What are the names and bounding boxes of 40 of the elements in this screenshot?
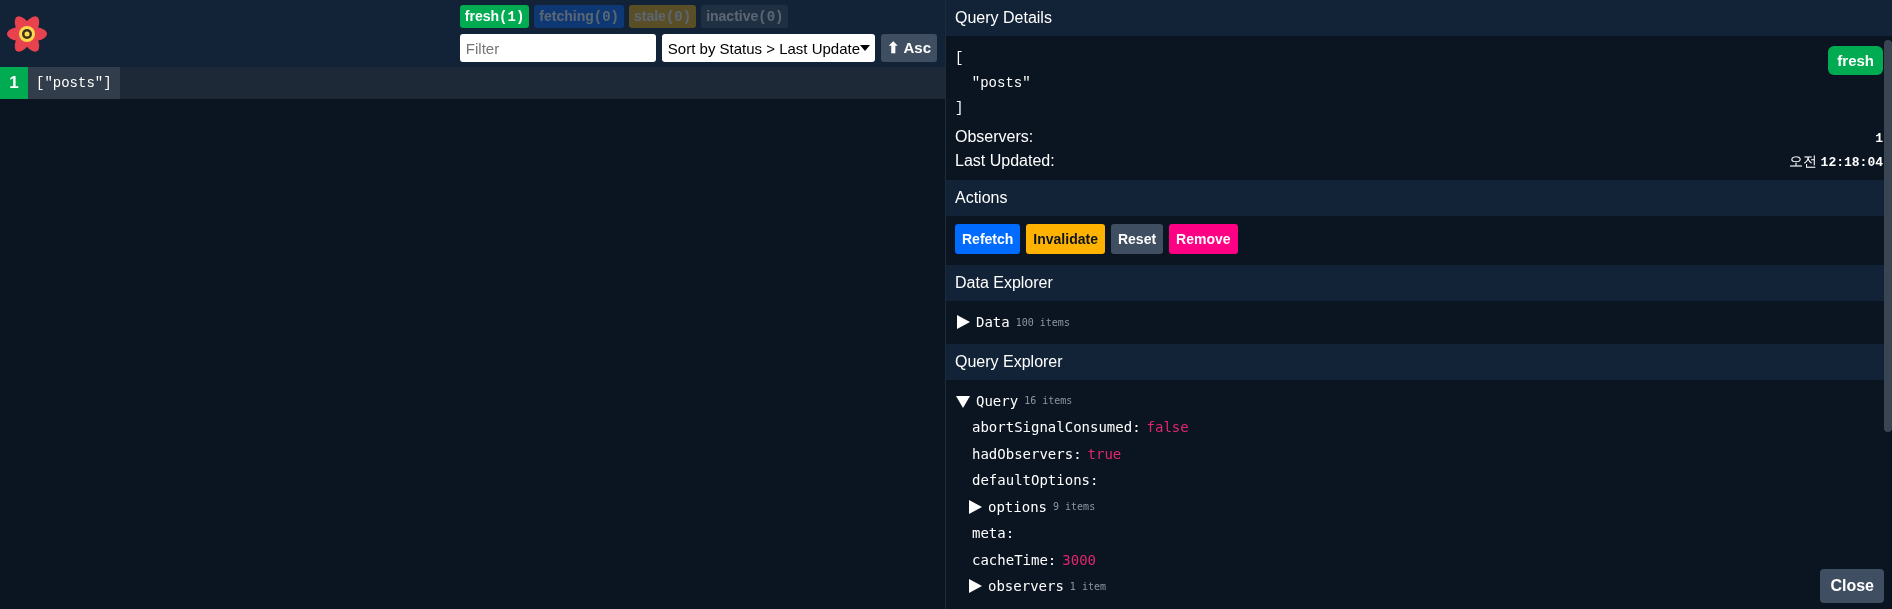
sort-direction-button[interactable]: ⬆ Asc: [880, 34, 937, 62]
info-value: 오전 12:18:04: [1788, 152, 1883, 171]
tree-node-label[interactable]: Data: [976, 314, 1010, 331]
collapsed-triangle-icon[interactable]: [956, 315, 970, 330]
close-button[interactable]: Close: [1820, 569, 1884, 603]
property-key: meta:: [972, 525, 1015, 542]
sort-dropdown[interactable]: Sort by Status > Last Update: [661, 34, 875, 62]
item-count: 100 items: [1015, 316, 1070, 328]
action-button[interactable]: Reset: [1110, 224, 1164, 254]
info-label: Observers:: [955, 128, 1034, 146]
property-key: abortSignalConsumed:: [972, 419, 1141, 436]
action-button[interactable]: Refetch: [955, 224, 1021, 254]
info-label: Last Updated:: [955, 152, 1055, 171]
property-key: hadObservers:: [972, 445, 1082, 462]
section-header: Query Details: [946, 0, 1892, 36]
info-value: 1: [1875, 130, 1883, 146]
scrollbar[interactable]: [1884, 40, 1892, 432]
property-key: cacheTime:: [972, 551, 1057, 568]
query-key-code: [ "posts" ]: [955, 49, 1031, 118]
item-count: 1 item: [1069, 580, 1106, 592]
item-count: 9 items: [1053, 501, 1096, 513]
tree-node-label[interactable]: observers: [988, 578, 1064, 595]
filter-field[interactable]: Filter: [459, 34, 656, 62]
observer-count: 1: [0, 67, 28, 99]
property-value: false: [1146, 419, 1189, 436]
expanded-triangle-icon[interactable]: [956, 393, 970, 408]
action-button[interactable]: Invalidate: [1026, 224, 1105, 254]
collapsed-triangle-icon[interactable]: [968, 499, 982, 514]
caret-icon[interactable]: [860, 45, 871, 51]
status-badge: fresh: [1828, 46, 1883, 75]
action-button[interactable]: Remove: [1169, 224, 1238, 254]
query-key[interactable]: ["posts"]: [28, 67, 120, 99]
property-value: 3000: [1062, 551, 1096, 568]
tree-node-label[interactable]: Query: [976, 392, 1019, 409]
query-row[interactable]: 1 ["posts"]: [0, 67, 945, 99]
collapsed-triangle-icon[interactable]: [968, 579, 982, 594]
tree-node-label[interactable]: options: [988, 498, 1047, 515]
property-key: defaultOptions:: [972, 472, 1099, 489]
property-value: true: [1087, 445, 1122, 462]
item-count: 16 items: [1024, 395, 1073, 407]
